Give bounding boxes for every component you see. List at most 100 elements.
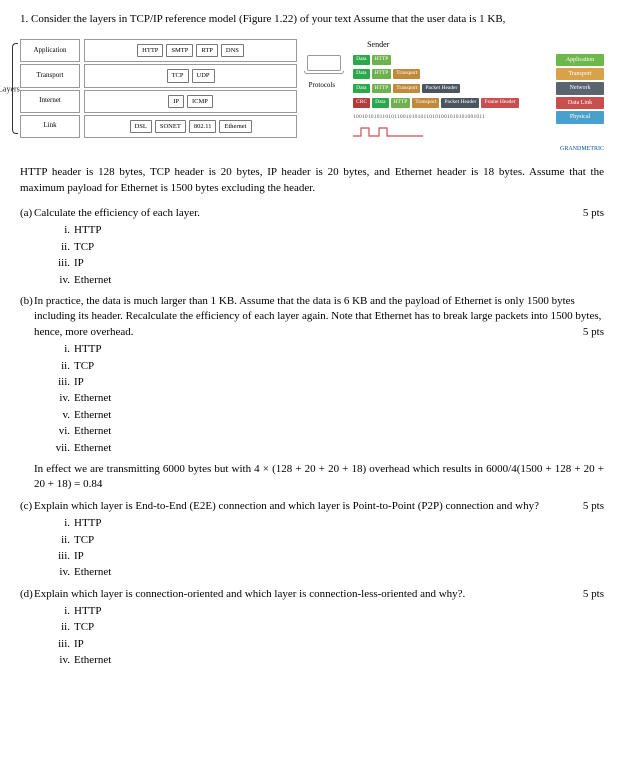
layer-label: Transport — [20, 64, 80, 87]
sub-label: IP — [74, 256, 84, 271]
question-text: Consider the layers in TCP/IP reference … — [31, 13, 505, 25]
roman: vi. — [50, 424, 70, 439]
sub-label: Ethernet — [74, 653, 111, 668]
roman: ii. — [50, 240, 70, 255]
part-b-calc: In effect we are transmitting 6000 bytes… — [34, 462, 604, 493]
roman: v. — [50, 408, 70, 423]
question-number: 1. — [20, 13, 28, 25]
seg-http: HTTP — [391, 98, 411, 108]
part-d-text: Explain which layer is connection-orient… — [34, 588, 465, 600]
encap-stack: Data HTTP Application Data HTTP Transpor… — [353, 54, 604, 124]
seg-packet: Packet Header — [441, 98, 479, 108]
part-letter: (b) — [20, 294, 33, 309]
part-a: (a) Calculate the efficiency of each lay… — [34, 206, 604, 221]
part-c-pts: 5 pts — [583, 499, 604, 514]
proto-box: SONET — [155, 120, 186, 133]
laptop-icon — [307, 55, 341, 79]
osi-transport: Transport — [556, 68, 604, 80]
roman: i. — [50, 604, 70, 619]
proto-box: Ethernet — [219, 120, 251, 133]
question-intro: 1. Consider the layers in TCP/IP referen… — [20, 12, 604, 27]
sub-label: HTTP — [74, 342, 102, 357]
sub-label: Ethernet — [74, 408, 111, 423]
osi-datalink: Data Link — [556, 97, 604, 109]
proto-box: 802.11 — [189, 120, 217, 133]
sub-label: TCP — [74, 240, 94, 255]
sub-label: TCP — [74, 620, 94, 635]
signal-icon — [353, 126, 423, 138]
part-d: (d) Explain which layer is connection-or… — [34, 587, 604, 602]
part-letter: (c) — [20, 499, 32, 514]
sub-label: Ethernet — [74, 391, 111, 406]
part-a-pts: 5 pts — [583, 206, 604, 221]
roman: i. — [50, 516, 70, 531]
sub-label: HTTP — [74, 516, 102, 531]
part-b-list: i.HTTP ii.TCP iii.IP iv.Ethernet v.Ether… — [50, 342, 604, 456]
roman: i. — [50, 342, 70, 357]
seg-crc: CRC — [353, 98, 370, 108]
part-c-list: i.HTTP ii.TCP iii.IP iv.Ethernet — [50, 516, 604, 581]
seg-transport: Transport — [393, 84, 420, 94]
seg-data: Data — [353, 84, 369, 94]
seg-frame: Frame Header — [481, 98, 518, 108]
seg-http: HTTP — [372, 55, 392, 65]
part-b: (b) In practice, the data is much larger… — [34, 294, 604, 340]
header-spec-text: HTTP header is 128 bytes, TCP header is … — [20, 165, 604, 196]
encapsulation-diagram: Sender Data HTTP Application Data HTTP T… — [307, 39, 604, 153]
roman: ii. — [50, 620, 70, 635]
sub-label: IP — [74, 637, 84, 652]
brace-icon — [12, 43, 18, 133]
sub-label: Ethernet — [74, 441, 111, 456]
seg-packet: Packet Header — [422, 84, 460, 94]
sub-label: Ethernet — [74, 565, 111, 580]
part-b-text: In practice, the data is much larger tha… — [34, 295, 601, 338]
layer-label: Internet — [20, 90, 80, 113]
proto-box: SMTP — [166, 44, 193, 57]
layer-label: Link — [20, 115, 80, 138]
osi-physical: Physical — [556, 111, 604, 123]
layer-protocols: HTTP SMTP RTP DNS — [84, 39, 297, 62]
layer-grid: Application HTTP SMTP RTP DNS Transport … — [20, 39, 297, 137]
proto-box: TCP — [167, 69, 189, 82]
layer-label: Application — [20, 39, 80, 62]
roman: ii. — [50, 359, 70, 374]
proto-box: RTP — [196, 44, 218, 57]
sub-label: HTTP — [74, 604, 102, 619]
part-d-pts: 5 pts — [583, 587, 604, 602]
roman: vii. — [50, 441, 70, 456]
proto-box: DNS — [221, 44, 244, 57]
proto-box: UDP — [192, 69, 215, 82]
layer-protocols: TCP UDP — [84, 64, 297, 87]
roman: iii. — [50, 637, 70, 652]
part-d-list: i.HTTP ii.TCP iii.IP iv.Ethernet — [50, 604, 604, 669]
sub-label: TCP — [74, 533, 94, 548]
roman: iii. — [50, 375, 70, 390]
part-letter: (a) — [20, 206, 32, 221]
roman: i. — [50, 223, 70, 238]
layer-protocols: IP ICMP — [84, 90, 297, 113]
layer-protocols: DSL SONET 802.11 Ethernet — [84, 115, 297, 138]
seg-transport: Transport — [393, 69, 420, 79]
part-b-pts: 5 pts — [583, 325, 604, 340]
seg-data: Data — [353, 55, 369, 65]
proto-box: HTTP — [137, 44, 163, 57]
tcpip-layers-diagram: Layers Application HTTP SMTP RTP DNS Tra… — [20, 39, 297, 137]
sub-label: Ethernet — [74, 424, 111, 439]
part-a-text: Calculate the efficiency of each layer. — [34, 207, 200, 219]
roman: iii. — [50, 549, 70, 564]
seg-data: Data — [353, 69, 369, 79]
seg-http: HTTP — [372, 69, 392, 79]
part-letter: (d) — [20, 587, 33, 602]
roman: iv. — [50, 273, 70, 288]
sub-label: Ethernet — [74, 273, 111, 288]
bitstream: 1001010101101011001010101101010010101010… — [353, 114, 485, 122]
logo-text: GRANDMETRIC — [307, 145, 604, 153]
sub-label: IP — [74, 375, 84, 390]
seg-transport: Transport — [412, 98, 439, 108]
figure-row: Layers Application HTTP SMTP RTP DNS Tra… — [20, 39, 604, 153]
proto-box: DSL — [130, 120, 152, 133]
roman: iii. — [50, 256, 70, 271]
sender-label: Sender — [367, 39, 604, 50]
seg-http: HTTP — [372, 84, 392, 94]
proto-box: IP — [168, 95, 184, 108]
